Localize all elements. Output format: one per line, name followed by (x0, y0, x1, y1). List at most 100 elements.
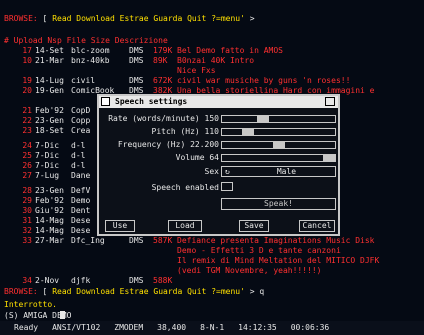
table-row[interactable]: 19 14-Lug civil DMS 672K civil war musiche by… (4, 76, 350, 86)
menu-suffix: > (249, 14, 255, 23)
speak-button[interactable]: Speak! (221, 198, 336, 210)
cell-size: 179K (153, 46, 173, 55)
frequency-value: 22.200 (190, 140, 219, 149)
menu-item-label: ?=menu' (211, 14, 245, 23)
cell-n: 23 (22, 126, 32, 135)
menu-item-label: Estrae (119, 14, 149, 23)
volume-slider[interactable] (221, 154, 336, 162)
sex-cycle-gadget[interactable]: ↻ Male (221, 166, 336, 177)
use-button[interactable]: Use (105, 220, 135, 232)
speech-enabled-checkbox[interactable] (221, 182, 233, 191)
cell-desc: Demo - Effetti 3 D e tante canzoni (177, 246, 341, 255)
pitch-slider-knob[interactable] (242, 129, 255, 135)
cell-date: Feb'92 (35, 196, 64, 205)
load-button[interactable]: Load (168, 220, 202, 232)
menu-item-1[interactable]: Download (76, 14, 115, 23)
dialog-title-bar[interactable]: Speech settings (99, 96, 338, 108)
rate-label: Rate (words/minute) (108, 114, 200, 123)
cell-size: 672K (153, 76, 173, 85)
file-list-header: # Upload Nsp File Size Descrizione (4, 36, 168, 45)
menu-item-label: Read (52, 287, 72, 296)
status-field: 00:06:36 (290, 323, 330, 332)
menu-item-0[interactable]: Read (52, 287, 71, 296)
cell-date: 21-Mar (35, 56, 64, 65)
cell-n: 20 (22, 86, 32, 95)
cell-n: 33 (22, 236, 32, 245)
frequency-label: Frequency (Hz) (117, 140, 186, 149)
rate-slider[interactable] (221, 115, 336, 123)
close-icon[interactable] (101, 97, 110, 106)
menu-item-2[interactable]: Estrae (120, 14, 149, 23)
cell-n: 10 (22, 56, 32, 65)
menu-item-label: ?=menu' (211, 287, 245, 296)
menu-item-5[interactable]: ?=menu' (211, 287, 245, 296)
cell-date: 7-Dic (35, 151, 60, 160)
cell-type: DMS (129, 46, 144, 55)
cell-n: 21 (22, 106, 32, 115)
menu-item-label: Download (76, 14, 115, 23)
menu-item-label: Guarda (153, 287, 183, 296)
menu-item-3[interactable]: Guarda (153, 14, 182, 23)
table-row[interactable]: Demo - Effetti 3 D e tante canzoni (4, 246, 341, 256)
pitch-slider[interactable] (221, 128, 336, 136)
menu-item-label: Quit (187, 287, 207, 296)
cell-date: Feb'92 (35, 106, 64, 115)
status-field: 14:12:35 (238, 323, 277, 332)
cell-n: 17 (22, 46, 32, 55)
rate-value: 150 (204, 114, 219, 123)
cell-n: 24 (22, 141, 32, 150)
cell-date: 14-Mag (35, 216, 64, 225)
speech-enabled-label: Speech enabled (151, 183, 219, 192)
rate-row: Rate (words/minute) 150 (103, 114, 219, 124)
cell-date: 19-Gen (35, 86, 64, 95)
cell-desc: Il remix di Mind Meltation del MITICO DJ… (177, 256, 380, 265)
cell-desc: Bel Demo fatto in AMOS (177, 46, 283, 55)
speech-settings-dialog: Speech settings Rate (words/minute) 150 … (97, 94, 340, 236)
cell-desc: Nice Fxs (177, 66, 216, 75)
cell-n: 30 (22, 206, 32, 215)
cell-date: 2-Nov (35, 276, 60, 285)
menu-item-4[interactable]: Quit (187, 14, 206, 23)
cell-date: 7-Lug (35, 171, 60, 180)
frequency-slider[interactable] (221, 141, 336, 149)
table-row[interactable]: 10 21-Mar bnz-40kb DMS 89K B0nzai 40K Intro (4, 56, 254, 66)
frequency-slider-knob[interactable] (272, 142, 285, 148)
save-button[interactable]: Save (239, 220, 269, 232)
volume-label: Volume (175, 153, 205, 162)
pitch-label: Pitch (Hz) (151, 127, 200, 136)
cell-n: 27 (22, 171, 32, 180)
table-row[interactable]: 34 2-Nov djfk DMS 588K (4, 276, 177, 286)
cancel-button[interactable]: Cancel (299, 220, 335, 232)
depth-gadget-icon[interactable] (325, 97, 335, 106)
menu-item-4[interactable]: Quit (187, 287, 206, 296)
cell-date: 23-Gen (35, 186, 64, 195)
cell-date: 23-Gen (35, 116, 64, 125)
cell-desc: civil war musiche by guns 'n roses!! (177, 76, 351, 85)
pitch-value: 110 (204, 127, 219, 136)
cell-n: 28 (22, 186, 32, 195)
cell-desc: Defiance presenta Imaginations Music Dis… (177, 236, 375, 245)
table-row[interactable]: Il remix di Mind Meltation del MITICO DJ… (4, 256, 379, 266)
rate-slider-knob[interactable] (257, 116, 270, 122)
menu-item-1[interactable]: Download (76, 287, 115, 296)
cell-date: 18-Set (35, 126, 64, 135)
cell-n: 22 (22, 116, 32, 125)
table-row[interactable]: 33 27-Mar Dfc_Ing DMS 587K Defiance presenta … (4, 236, 374, 246)
cell-type: DMS (129, 236, 144, 245)
cell-date: 27-Mar (35, 236, 64, 245)
menu-item-5[interactable]: ?=menu' (211, 14, 245, 23)
table-row[interactable]: (vedi TGM Novembre, yeah!!!!!) (4, 266, 322, 276)
menu-item-0[interactable]: Read (52, 14, 71, 23)
sex-value: Male (276, 167, 297, 176)
menu-item-3[interactable]: Guarda (153, 287, 182, 296)
table-row[interactable]: Nice Fxs (4, 66, 216, 76)
cell-file: Dfc_Ing (71, 236, 105, 245)
cell-type: DMS (129, 76, 144, 85)
menu-item-label: Read (52, 14, 72, 23)
table-row[interactable]: 17 14-Set blc-zoom DMS 179K Bel Demo fatto in… (4, 46, 283, 56)
status-field: ANSI/VT102 (52, 323, 101, 332)
menu-item-2[interactable]: Estrae (120, 287, 149, 296)
cell-date: 7-Dic (35, 141, 60, 150)
status-field: 38,400 (157, 323, 187, 332)
volume-slider-knob[interactable] (323, 155, 335, 161)
